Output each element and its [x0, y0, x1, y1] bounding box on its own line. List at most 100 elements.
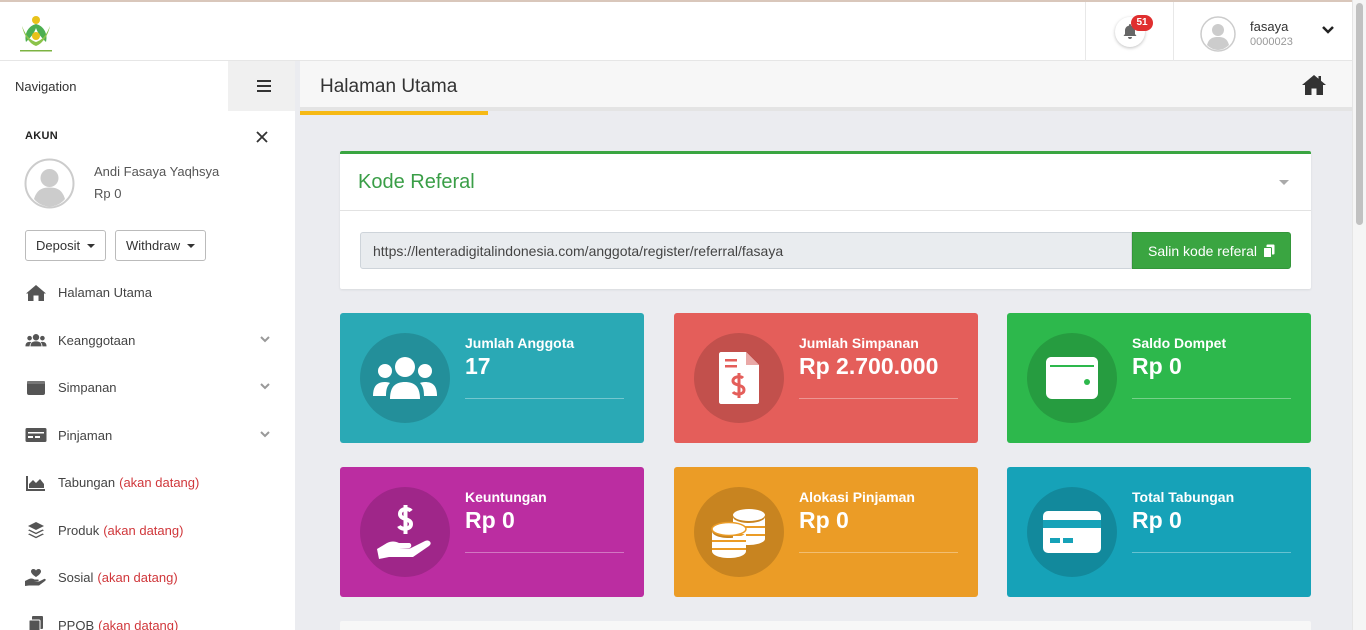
stat-card-total-tabungan[interactable]: Total Tabungan Rp 0: [1007, 467, 1311, 597]
sidebar-item-halaman-utama[interactable]: Halaman Utama: [0, 269, 295, 317]
users-icon: [25, 330, 47, 350]
account-name: Andi Fasaya Yaqhsya: [94, 164, 220, 179]
scrollbar-thumb[interactable]: [1356, 3, 1363, 225]
card-label: Total Tabungan: [1132, 489, 1235, 505]
card-label: Alokasi Pinjaman: [799, 489, 915, 505]
menu-toggle-button[interactable]: [228, 61, 295, 111]
card-value: Rp 0: [1132, 353, 1182, 379]
sidebar-item-simpanan[interactable]: Simpanan: [0, 364, 295, 412]
card-icon-circle: [1027, 333, 1117, 423]
caret-down-icon: [187, 243, 196, 248]
sidebar-item-label: Produk: [58, 522, 100, 538]
copy-icon: [25, 615, 47, 630]
sidebar-item-label: Halaman Utama: [58, 285, 152, 301]
user-name: fasaya: [1250, 19, 1289, 34]
stat-card-keuntungan[interactable]: Keuntungan Rp 0: [340, 467, 644, 597]
page-header: Halaman Utama: [300, 61, 1352, 115]
card-icon-circle: [694, 487, 784, 577]
sidebar-item-label: Keanggotaan: [58, 332, 136, 348]
account-balance: Rp 0: [94, 186, 122, 201]
chevron-down-icon: [260, 383, 270, 390]
card-label: Keuntungan: [465, 489, 547, 505]
card-divider: [465, 398, 624, 399]
sidebar-header: Navigation: [0, 61, 228, 111]
navigation-label: Navigation: [15, 79, 77, 94]
hamburger-icon: [257, 80, 271, 92]
card-value: Rp 0: [799, 507, 849, 533]
top-bar: 51 fasaya 0000023: [0, 0, 1352, 61]
sidebar-item-label: PPOB: [58, 617, 95, 630]
sidebar-item-produk[interactable]: Produk (akan datang): [0, 507, 295, 555]
stat-card-jumlah-simpanan[interactable]: Jumlah Simpanan Rp 2.700.000: [674, 313, 978, 443]
money-check-icon: [25, 425, 47, 445]
coins-icon: [711, 509, 765, 558]
copy-icon: [1262, 244, 1275, 258]
card-divider: [799, 398, 958, 399]
card-value: 17: [465, 353, 491, 379]
referral-panel: Kode Referal Salin kode referal: [340, 151, 1311, 289]
card-divider: [1132, 552, 1291, 553]
home-icon: [25, 283, 47, 303]
card-icon-circle: [360, 333, 450, 423]
notification-area: 51: [1085, 2, 1174, 61]
card-divider: [799, 552, 958, 553]
referral-url-input[interactable]: [360, 232, 1132, 269]
stat-card-alokasi-pinjaman[interactable]: Alokasi Pinjaman Rp 0: [674, 467, 978, 597]
deposit-dropdown-button[interactable]: Deposit: [25, 230, 107, 261]
card-value: Rp 0: [465, 507, 515, 533]
chevron-down-icon: [260, 430, 270, 437]
card-value: Rp 0: [1132, 507, 1182, 533]
card-label: Jumlah Simpanan: [799, 335, 919, 351]
chart-area-icon: [25, 473, 47, 493]
card-icon-circle: [694, 333, 784, 423]
coming-soon-label: (akan datang): [97, 570, 178, 586]
card-label: Saldo Dompet: [1132, 335, 1227, 351]
title-underline: [300, 111, 488, 115]
sidebar-item-pinjaman[interactable]: Pinjaman: [0, 412, 295, 460]
user-menu[interactable]: fasaya 0000023: [1200, 15, 1340, 52]
sidebar-item-ppob[interactable]: PPOB (akan datang): [0, 602, 295, 630]
card-icon-circle: [1027, 487, 1117, 577]
sidebar-menu: Halaman Utama Keanggotaan Simpanan Pinja…: [0, 269, 295, 630]
copy-referral-label: Salin kode referal: [1148, 242, 1257, 259]
withdraw-dropdown-button[interactable]: Withdraw: [115, 230, 207, 261]
chevron-down-icon: [260, 335, 270, 342]
home-icon[interactable]: [1301, 74, 1327, 96]
chevron-down-icon: [1322, 26, 1334, 34]
wallet-icon: [1046, 357, 1098, 399]
sidebar: Navigation AKUN Andi Fasaya Yaqhsya Rp 0…: [0, 61, 300, 630]
main-content: Halaman Utama Kode Referal Salin kode re…: [300, 61, 1352, 630]
referral-panel-header: Kode Referal: [340, 154, 1311, 211]
card-label: Jumlah Anggota: [465, 335, 575, 351]
next-panel: [340, 621, 1311, 630]
account-avatar: [24, 158, 75, 209]
hand-heart-icon: [25, 568, 47, 588]
card-icon-circle: [360, 487, 450, 577]
layers-icon: [25, 520, 47, 540]
card-divider: [1132, 398, 1291, 399]
users-icon: [373, 357, 437, 399]
page-title: Halaman Utama: [320, 76, 458, 97]
credit-card-icon: [1043, 511, 1101, 553]
referral-title: Kode Referal: [358, 171, 475, 193]
deposit-label: Deposit: [36, 238, 81, 253]
app-logo[interactable]: [14, 12, 58, 56]
card-divider: [465, 552, 624, 553]
avatar: [1200, 16, 1236, 52]
stat-card-saldo-dompet[interactable]: Saldo Dompet Rp 0: [1007, 313, 1311, 443]
card-value: Rp 2.700.000: [799, 353, 939, 379]
sidebar-item-label: Pinjaman: [58, 427, 113, 443]
close-icon[interactable]: [255, 130, 269, 144]
invoice-dollar-icon: [719, 352, 759, 404]
sidebar-item-tabungan[interactable]: Tabungan (akan datang): [0, 459, 295, 507]
coming-soon-label: (akan datang): [103, 522, 184, 538]
copy-referral-button[interactable]: Salin kode referal: [1132, 232, 1291, 269]
withdraw-label: Withdraw: [126, 238, 181, 253]
sidebar-item-sosial[interactable]: Sosial (akan datang): [0, 554, 295, 602]
user-id: 0000023: [1250, 36, 1293, 48]
page-scrollbar[interactable]: [1352, 0, 1366, 630]
wallet-icon: [25, 378, 47, 398]
sidebar-item-keanggotaan[interactable]: Keanggotaan: [0, 317, 295, 365]
collapse-caret-icon[interactable]: [1279, 180, 1289, 185]
stat-card-jumlah-anggota[interactable]: Jumlah Anggota 17: [340, 313, 644, 443]
